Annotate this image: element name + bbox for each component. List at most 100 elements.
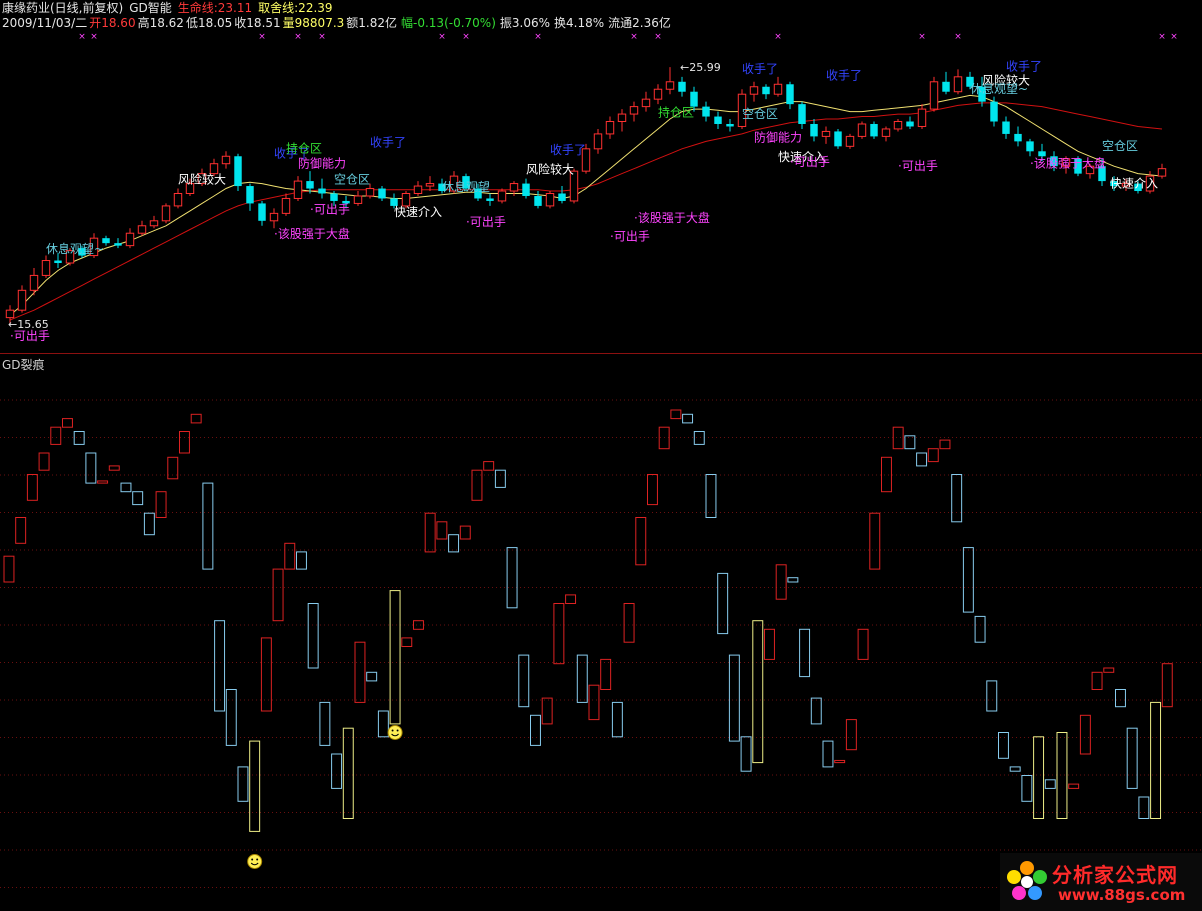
candle-body — [857, 123, 867, 137]
candle-body — [1002, 121, 1010, 134]
chart-annotation: ·该股强于大盘 — [1030, 155, 1106, 170]
candle — [545, 191, 555, 209]
candle — [906, 116, 914, 129]
gd-crack-chart[interactable] — [0, 370, 1202, 911]
top-marker: × — [294, 32, 302, 42]
candle-body — [990, 101, 998, 122]
chart-annotation: 收手了 — [826, 68, 862, 82]
crack-bar — [3, 555, 15, 583]
candle — [246, 183, 254, 211]
harvest-line-value: 取舍线:22.39 — [258, 1, 333, 15]
candle — [149, 215, 159, 229]
candle-body — [378, 188, 386, 199]
smiley-icon — [387, 725, 403, 740]
candle — [161, 203, 171, 224]
crack-bar — [728, 654, 740, 742]
candle — [881, 126, 891, 142]
candle-body — [137, 225, 147, 234]
crack-bar — [413, 620, 424, 630]
crack-bar — [764, 628, 775, 660]
candle-body — [893, 121, 903, 130]
candle — [773, 76, 783, 97]
top-marker: × — [774, 32, 782, 42]
candle — [702, 101, 710, 122]
chart-annotation: 防御能力 — [298, 155, 346, 170]
crack-bar — [611, 701, 623, 738]
info-row-2: 2009/11/03/二 开18.60 高18.62 低18.05 收18.51 量988… — [2, 16, 677, 30]
date-value: 2009/11/03/二 — [2, 16, 88, 30]
candle — [641, 91, 651, 112]
panel-divider[interactable] — [0, 353, 1202, 354]
smiley-face — [247, 854, 263, 869]
top-marker: × — [318, 32, 326, 42]
crack-bar — [1161, 663, 1173, 708]
chart-annotation: ·可出手 — [10, 329, 50, 343]
crack-bar — [214, 620, 226, 712]
candle — [665, 67, 675, 95]
change-value: 幅-0.13(-0.70%) — [401, 16, 496, 30]
candle — [522, 178, 530, 199]
crack-bar — [576, 654, 588, 703]
top-marker: × — [78, 32, 86, 42]
candle-body — [306, 181, 314, 189]
candle-body — [497, 190, 507, 202]
crack-bar — [1103, 667, 1115, 673]
candle-body — [293, 180, 303, 199]
candle-body — [149, 220, 159, 227]
candle — [857, 121, 867, 139]
crack-bar — [693, 431, 705, 445]
crack-bar — [845, 719, 857, 751]
crack-bar — [740, 736, 752, 772]
crack-bar — [869, 512, 881, 570]
top-marker: × — [438, 32, 446, 42]
candle-body — [953, 76, 963, 93]
candle — [762, 84, 770, 100]
crack-bar — [916, 452, 928, 467]
crack-bar — [553, 603, 565, 665]
candle — [281, 193, 291, 216]
crack-bar — [331, 753, 343, 789]
candle — [258, 200, 266, 226]
candle-body — [125, 232, 135, 247]
top-marker: × — [630, 32, 638, 42]
crack-bar — [822, 740, 834, 768]
top-marker: × — [1158, 32, 1166, 42]
chart-annotation: ·可出手 — [466, 215, 506, 229]
crack-bar — [1044, 779, 1056, 789]
candle-body — [17, 289, 27, 311]
candle-body — [653, 88, 663, 100]
candle — [617, 109, 627, 132]
candle-body — [762, 86, 770, 95]
candlestick-chart[interactable]: × × × × × × × × × × × × × × ×←15.65←25.99·可出手休息观望~风险较大… — [0, 30, 1202, 353]
candle — [810, 119, 818, 142]
crack-bar — [377, 710, 389, 738]
candle-body — [522, 183, 530, 196]
indicator-name: GD智能 — [129, 1, 172, 15]
watermark-url: www.88gs.com — [1058, 886, 1186, 904]
chart-annotation: 空仓区 — [742, 107, 778, 121]
crack-bar — [448, 534, 460, 553]
chart-annotation: 防御能力 — [754, 129, 802, 144]
candle-body — [1026, 141, 1034, 152]
candle — [821, 126, 831, 144]
open-value: 开18.60 — [89, 16, 136, 30]
crack-bar — [143, 512, 155, 536]
candle — [306, 171, 314, 194]
crack-bar — [1056, 732, 1068, 819]
crack-bar — [237, 766, 249, 802]
crack-bar — [600, 658, 612, 690]
crack-bar — [1021, 775, 1033, 802]
candle-body — [353, 195, 363, 204]
crack-bar — [1068, 783, 1080, 789]
crack-bar — [939, 439, 951, 450]
candle — [786, 81, 794, 110]
turnover-value: 换4.18% — [554, 16, 605, 30]
crack-bar — [85, 452, 97, 484]
chart-annotation: 快速介入 — [1110, 176, 1158, 190]
crack-bar — [530, 714, 541, 746]
candle-body — [726, 123, 734, 127]
close-value: 收18.51 — [234, 16, 281, 30]
crack-bar — [307, 603, 319, 669]
candle-body — [821, 130, 831, 137]
crack-bar — [927, 448, 939, 463]
